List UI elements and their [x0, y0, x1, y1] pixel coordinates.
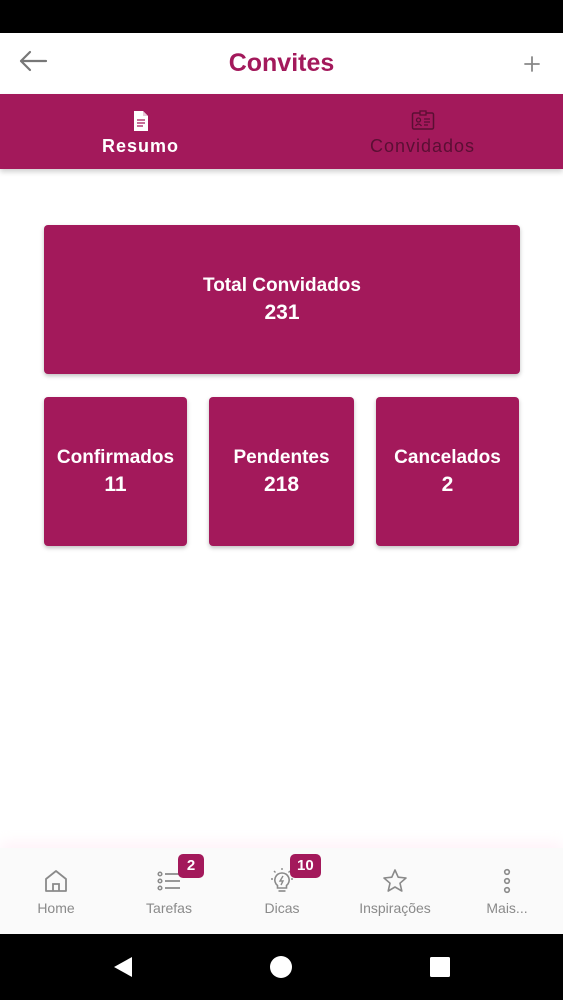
card-value: 218: [263, 472, 300, 496]
nav-label: Dicas: [264, 900, 300, 916]
nav-item-inspiracoes[interactable]: Inspirações: [339, 848, 451, 934]
tab-convidados[interactable]: Convidados: [282, 94, 563, 169]
back-triangle-icon[interactable]: [111, 955, 135, 979]
card-label: Cancelados: [394, 446, 501, 468]
home-circle-icon[interactable]: [269, 955, 293, 979]
nav-item-tarefas[interactable]: 2 Tarefas: [113, 848, 225, 934]
id-card-icon: [411, 110, 434, 130]
cancelled-card: Cancelados 2: [376, 397, 519, 546]
nav-label: Home: [37, 900, 75, 916]
star-icon: [383, 869, 407, 892]
tips-badge: 10: [290, 854, 321, 878]
page-title: Convites: [228, 49, 335, 77]
nav-item-dicas[interactable]: 10 Dicas: [226, 848, 338, 934]
more-vertical-icon: [503, 868, 511, 894]
tab-label: Resumo: [101, 136, 179, 156]
app-header: Convites: [0, 33, 563, 94]
card-value: 2: [441, 472, 454, 496]
card-label: Confirmados: [56, 446, 175, 468]
nav-item-home[interactable]: Home: [0, 848, 112, 934]
tab-resumo[interactable]: Resumo: [0, 94, 281, 169]
status-bar: [0, 0, 563, 33]
confirmed-card: Confirmados 11: [44, 397, 187, 546]
nav-label: Mais...: [486, 900, 528, 916]
system-navigation-bar: [0, 934, 563, 1000]
pending-card: Pendentes 218: [209, 397, 354, 546]
total-guests-card: Total Convidados 231: [44, 225, 520, 374]
nav-label: Inspirações: [359, 900, 431, 916]
card-label: Total Convidados: [203, 274, 361, 296]
nav-label: Tarefas: [146, 900, 192, 916]
tasks-badge: 2: [178, 854, 204, 878]
tab-label: Convidados: [369, 136, 476, 156]
recents-square-icon[interactable]: [428, 955, 452, 979]
plus-icon: [524, 56, 540, 72]
card-label: Pendentes: [233, 446, 330, 468]
card-value: 11: [104, 472, 127, 496]
card-value: 231: [264, 300, 300, 324]
nav-item-mais[interactable]: Mais...: [451, 848, 563, 934]
bottom-navigation: Home 2 Tarefas 10 Dicas Inspirações Mais…: [0, 848, 563, 934]
document-icon: [133, 111, 148, 131]
add-button[interactable]: [515, 47, 549, 81]
home-icon: [45, 870, 67, 892]
tab-bar: Resumo Convidados: [0, 94, 563, 169]
